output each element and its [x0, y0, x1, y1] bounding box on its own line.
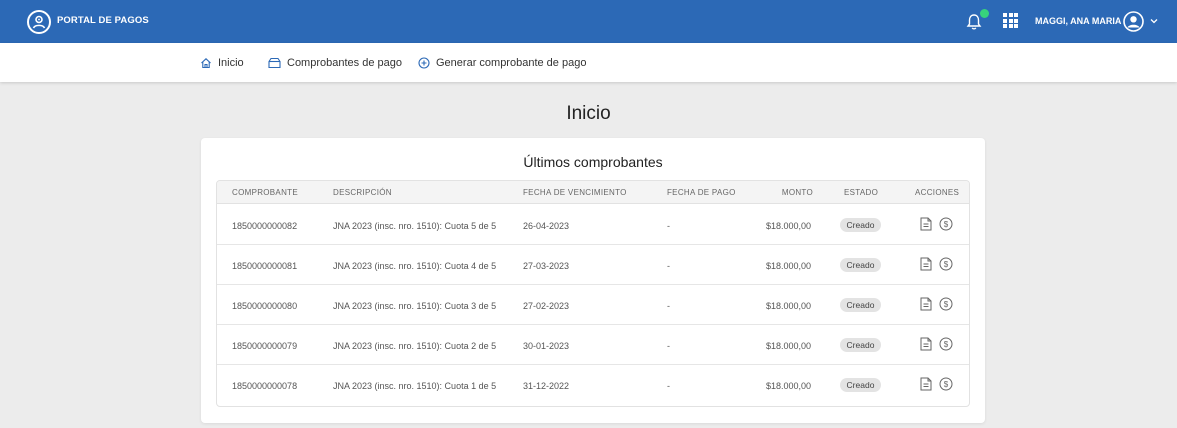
apps-grid-icon[interactable] [1003, 13, 1018, 28]
plus-circle-icon [418, 57, 430, 69]
status-badge: Creado [840, 378, 881, 392]
recent-receipts-card: Últimos comprobantes COMPROBANTE DESCRIP… [201, 138, 985, 423]
status-badge: Creado [840, 258, 881, 272]
status-badge: Creado [840, 338, 881, 352]
column-header: MONTO [781, 188, 813, 197]
cell-vencimiento: 26-04-2023 [523, 221, 570, 231]
pay-icon[interactable]: $ [939, 377, 953, 391]
pay-icon[interactable]: $ [939, 337, 953, 351]
nav-item-inicio[interactable]: Inicio [200, 57, 244, 69]
nav-item-comprobantes[interactable]: Comprobantes de pago [268, 57, 402, 69]
page-title: Inicio [566, 103, 611, 124]
notification-dot [980, 9, 989, 18]
cell-comprobante: 1850000000079 [232, 341, 298, 351]
cell-monto: $18.000,00 [765, 341, 811, 351]
table-row[interactable]: 1850000000080 JNA 2023 (insc. nro. 1510)… [217, 285, 969, 325]
nav-item-label: Generar comprobante de pago [436, 57, 587, 69]
card-title: Últimos comprobantes [523, 154, 663, 170]
table-row[interactable]: 1850000000082 JNA 2023 (insc. nro. 1510)… [217, 205, 969, 245]
cell-vencimiento: 27-03-2023 [523, 261, 570, 271]
nav-item-label: Comprobantes de pago [287, 57, 402, 69]
pay-icon[interactable]: $ [939, 257, 953, 271]
document-icon[interactable] [920, 257, 932, 271]
cell-comprobante: 1850000000082 [232, 221, 298, 231]
cell-descripcion: JNA 2023 (insc. nro. 1510): Cuota 4 de 5 [333, 261, 497, 271]
column-header: ACCIONES [915, 188, 960, 197]
table-row[interactable]: 1850000000078 JNA 2023 (insc. nro. 1510)… [217, 365, 969, 405]
document-icon[interactable] [920, 297, 932, 311]
user-avatar-icon[interactable] [1123, 11, 1144, 32]
cell-descripcion: JNA 2023 (insc. nro. 1510): Cuota 3 de 5 [333, 301, 497, 311]
nav-item-generar[interactable]: Generar comprobante de pago [418, 57, 586, 69]
svg-text:$: $ [944, 300, 949, 309]
cell-comprobante: 1850000000080 [232, 301, 298, 311]
cell-fecha-pago: - [667, 341, 670, 351]
cell-fecha-pago: - [667, 301, 670, 311]
nav-item-label: Inicio [218, 57, 244, 69]
cell-fecha-pago: - [667, 221, 670, 231]
cell-fecha-pago: - [667, 381, 670, 391]
cell-monto: $18.000,00 [765, 301, 811, 311]
logo-icon[interactable] [27, 10, 51, 34]
status-badge: Creado [840, 298, 881, 312]
status-badge: Creado [840, 218, 881, 232]
brand-title[interactable]: PORTAL DE PAGOS [57, 15, 149, 26]
table-header: COMPROBANTE DESCRIPCIÓN FECHA DE VENCIMI… [217, 181, 969, 204]
cell-comprobante: 1850000000081 [232, 261, 298, 271]
table-row[interactable]: 1850000000081 JNA 2023 (insc. nro. 1510)… [217, 245, 969, 285]
cell-monto: $18.000,00 [765, 261, 811, 271]
column-header: FECHA DE PAGO [667, 188, 736, 197]
document-icon[interactable] [920, 337, 932, 351]
user-name[interactable]: MAGGI, ANA MARIA [1035, 16, 1121, 26]
column-header: COMPROBANTE [232, 188, 298, 197]
document-icon[interactable] [920, 377, 932, 391]
pay-icon[interactable]: $ [939, 297, 953, 311]
document-icon[interactable] [920, 217, 932, 231]
svg-text:$: $ [944, 260, 949, 269]
column-header: ESTADO [844, 188, 879, 197]
svg-text:$: $ [944, 340, 949, 349]
cell-descripcion: JNA 2023 (insc. nro. 1510): Cuota 1 de 5 [333, 381, 497, 391]
top-bar: PORTAL DE PAGOS MAGGI, ANA MARIA [0, 0, 1177, 43]
cell-descripcion: JNA 2023 (insc. nro. 1510): Cuota 2 de 5 [333, 341, 497, 351]
cell-vencimiento: 27-02-2023 [523, 301, 570, 311]
archive-icon [268, 57, 281, 69]
svg-text:$: $ [944, 220, 949, 229]
cell-vencimiento: 30-01-2023 [523, 341, 570, 351]
column-header: FECHA DE VENCIMIENTO [523, 188, 627, 197]
table-row[interactable]: 1850000000079 JNA 2023 (insc. nro. 1510)… [217, 325, 969, 365]
svg-text:$: $ [944, 380, 949, 389]
cell-comprobante: 1850000000078 [232, 381, 298, 391]
cell-monto: $18.000,00 [765, 381, 811, 391]
home-icon [201, 58, 211, 69]
cell-descripcion: JNA 2023 (insc. nro. 1510): Cuota 5 de 5 [333, 221, 497, 231]
cell-monto: $18.000,00 [765, 221, 811, 231]
nav-bar: Inicio Comprobantes de pago Generar comp… [0, 43, 1177, 82]
cell-vencimiento: 31-12-2022 [523, 381, 570, 391]
chevron-down-icon[interactable] [1150, 18, 1158, 24]
cell-fecha-pago: - [667, 261, 670, 271]
column-header: DESCRIPCIÓN [333, 188, 392, 197]
receipts-table: COMPROBANTE DESCRIPCIÓN FECHA DE VENCIMI… [216, 180, 970, 407]
pay-icon[interactable]: $ [939, 217, 953, 231]
